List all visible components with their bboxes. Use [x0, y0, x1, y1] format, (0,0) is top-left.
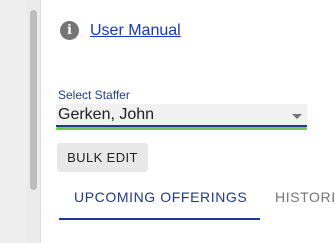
chevron-down-icon[interactable] — [292, 114, 302, 119]
left-gutter — [0, 0, 27, 243]
staffer-select-value: Gerken, John — [58, 106, 155, 123]
user-manual-link[interactable]: User Manual — [90, 22, 181, 40]
main-content: i User Manual Select Staffer Gerken, Joh… — [41, 0, 335, 243]
info-icon: i — [60, 21, 79, 40]
scrollbar-thumb[interactable] — [30, 10, 37, 190]
select-staffer-label: Select Staffer — [58, 88, 130, 102]
select-focus-indicator — [56, 127, 307, 130]
active-tab-indicator — [59, 218, 260, 220]
staffer-select[interactable]: Gerken, John — [56, 104, 307, 127]
tab-upcoming-offerings[interactable]: UPCOMING OFFERINGS — [74, 189, 247, 205]
tab-history[interactable]: HISTORI — [275, 189, 335, 205]
bulk-edit-button[interactable]: BULK EDIT — [57, 143, 148, 172]
scrollbar[interactable] — [27, 0, 41, 243]
user-manual-row: i User Manual — [60, 21, 181, 40]
